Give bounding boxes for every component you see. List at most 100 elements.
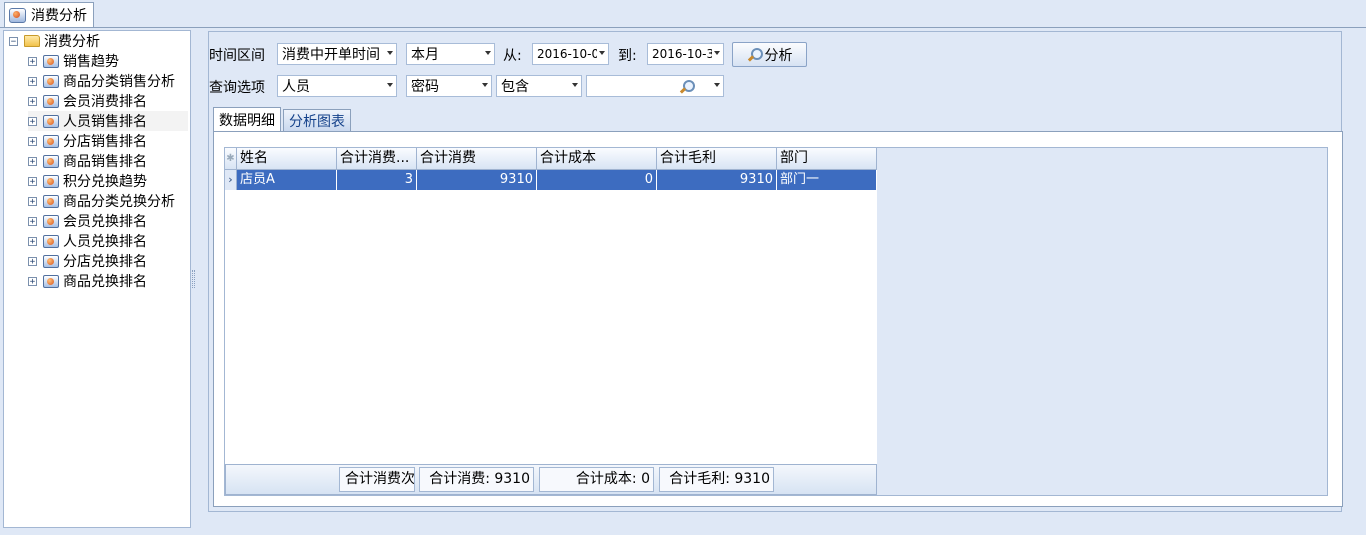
expand-icon[interactable]: + — [28, 136, 37, 146]
chart-icon — [43, 114, 59, 128]
time-range-label: 时间区间 — [209, 48, 265, 64]
expand-icon[interactable]: + — [28, 56, 37, 66]
tree-item-sales-trend[interactable]: + 销售趋势 — [28, 51, 119, 71]
collapse-icon[interactable]: − — [9, 36, 18, 46]
expand-icon[interactable]: + — [28, 116, 37, 126]
from-date-picker[interactable]: 2016-10-0 — [532, 43, 609, 65]
tree-item-label: 销售趋势 — [63, 54, 119, 70]
to-label: 到: — [618, 48, 637, 64]
column-header-department[interactable]: 部门 — [777, 148, 877, 170]
expand-icon[interactable]: + — [28, 96, 37, 106]
match-field-value: 密码 — [411, 79, 439, 95]
expand-icon[interactable]: + — [28, 176, 37, 186]
table-cell-name[interactable]: 店员A — [237, 170, 337, 190]
doc-tab-title: 消费分析 — [31, 8, 87, 24]
query-field-select[interactable]: 人员 — [277, 75, 397, 97]
match-field-select[interactable]: 密码 — [406, 75, 492, 97]
chart-icon — [43, 254, 59, 268]
chevron-down-icon — [599, 51, 605, 55]
chevron-down-icon — [485, 51, 491, 55]
expand-icon[interactable]: + — [28, 256, 37, 266]
expand-icon[interactable]: + — [28, 276, 37, 286]
expand-icon[interactable]: + — [28, 196, 37, 206]
folder-icon — [24, 35, 40, 47]
tree-item-label: 分店销售排名 — [63, 134, 147, 150]
tree-item-staff-redeem-rank[interactable]: + 人员兑换排名 — [28, 231, 147, 251]
tree-item-product-redeem-rank[interactable]: + 商品兑换排名 — [28, 271, 147, 291]
to-date-picker[interactable]: 2016-10-3 — [647, 43, 724, 65]
chevron-down-icon — [482, 83, 488, 87]
query-field-value: 人员 — [282, 79, 310, 95]
to-date-value: 2016-10-3 — [652, 47, 712, 61]
time-field-select[interactable]: 消费中开单时间 — [277, 43, 397, 65]
tree-item-label: 人员兑换排名 — [63, 234, 147, 250]
chart-icon — [43, 74, 59, 88]
tree-item-label: 积分兑换趋势 — [63, 174, 147, 190]
tree-item-product-sales-rank[interactable]: + 商品销售排名 — [28, 151, 147, 171]
tree-item-label: 商品分类兑换分析 — [63, 194, 175, 210]
column-header-name[interactable]: 姓名 — [237, 148, 337, 170]
nav-tree: − 消费分析 + 销售趋势 + 商品分类销售分析 + 会员消费排名 + 人员销售… — [3, 30, 191, 528]
splitter-handle[interactable] — [192, 270, 195, 288]
table-cell-department[interactable]: 部门一 — [777, 170, 877, 190]
tab-data-detail-label: 数据明细 — [219, 113, 275, 129]
table-cell-cost-total[interactable]: 0 — [537, 170, 657, 190]
chevron-down-icon — [387, 83, 393, 87]
table-cell-consume-count[interactable]: 3 — [337, 170, 417, 190]
chevron-down-icon — [387, 51, 393, 55]
tree-item-label: 会员消费排名 — [63, 94, 147, 110]
tree-item-branch-redeem-rank[interactable]: + 分店兑换排名 — [28, 251, 147, 271]
chart-icon — [43, 94, 59, 108]
column-header-profit-total[interactable]: 合计毛利 — [657, 148, 777, 170]
match-mode-value: 包含 — [501, 79, 529, 95]
footer-consume-total: 合计消费: 9310 — [419, 467, 534, 492]
chart-icon — [43, 174, 59, 188]
chevron-down-icon — [572, 83, 578, 87]
time-field-value: 消费中开单时间 — [282, 47, 380, 63]
table-cell-consume-total[interactable]: 9310 — [417, 170, 537, 190]
expand-icon[interactable]: + — [28, 76, 37, 86]
tree-root[interactable]: − 消费分析 — [9, 31, 100, 51]
tree-item-label: 人员销售排名 — [63, 114, 147, 130]
tree-item-category-redeem[interactable]: + 商品分类兑换分析 — [28, 191, 175, 211]
chart-icon — [43, 54, 59, 68]
grid-corner[interactable]: ✱ — [225, 148, 237, 170]
from-date-value: 2016-10-0 — [537, 47, 597, 61]
row-indicator-icon[interactable]: › — [225, 170, 237, 190]
tree-item-staff-sales-rank[interactable]: + 人员销售排名 — [28, 111, 188, 131]
analyze-button-label: 分析 — [764, 47, 793, 64]
chart-icon — [43, 194, 59, 208]
tab-data-detail[interactable]: 数据明细 — [213, 107, 281, 132]
column-header-consume-count[interactable]: 合计消费... — [337, 148, 417, 170]
table-cell-profit-total[interactable]: 9310 — [657, 170, 777, 190]
tab-analysis-chart[interactable]: 分析图表 — [283, 109, 351, 131]
column-header-cost-total[interactable]: 合计成本 — [537, 148, 657, 170]
analyze-button[interactable]: 分析 — [732, 42, 807, 67]
chart-icon — [43, 154, 59, 168]
match-mode-select[interactable]: 包含 — [496, 75, 582, 97]
tree-item-member-redeem-rank[interactable]: + 会员兑换排名 — [28, 211, 147, 231]
tree-item-branch-sales-rank[interactable]: + 分店销售排名 — [28, 131, 147, 151]
expand-icon[interactable]: + — [28, 156, 37, 166]
doc-tab-consumption-analysis[interactable]: 消费分析 — [4, 2, 94, 27]
search-value-input[interactable] — [586, 75, 724, 97]
tab-analysis-chart-label: 分析图表 — [289, 113, 345, 130]
column-header-consume-total[interactable]: 合计消费 — [417, 148, 537, 170]
tree-item-member-consume-rank[interactable]: + 会员消费排名 — [28, 91, 147, 111]
chevron-down-icon — [714, 83, 720, 87]
tree-item-label: 商品分类销售分析 — [63, 74, 175, 90]
chart-icon — [43, 214, 59, 228]
chart-icon — [43, 274, 59, 288]
search-icon — [747, 47, 763, 62]
search-icon[interactable] — [679, 80, 695, 94]
tree-item-points-redeem-trend[interactable]: + 积分兑换趋势 — [28, 171, 147, 191]
expand-icon[interactable]: + — [28, 216, 37, 226]
expand-icon[interactable]: + — [28, 236, 37, 246]
chevron-down-icon — [714, 51, 720, 55]
period-value: 本月 — [411, 47, 439, 63]
period-select[interactable]: 本月 — [406, 43, 495, 65]
query-options-label: 查询选项 — [209, 80, 265, 96]
chart-icon — [43, 134, 59, 148]
chart-icon — [43, 234, 59, 248]
tree-item-category-sales[interactable]: + 商品分类销售分析 — [28, 71, 175, 91]
